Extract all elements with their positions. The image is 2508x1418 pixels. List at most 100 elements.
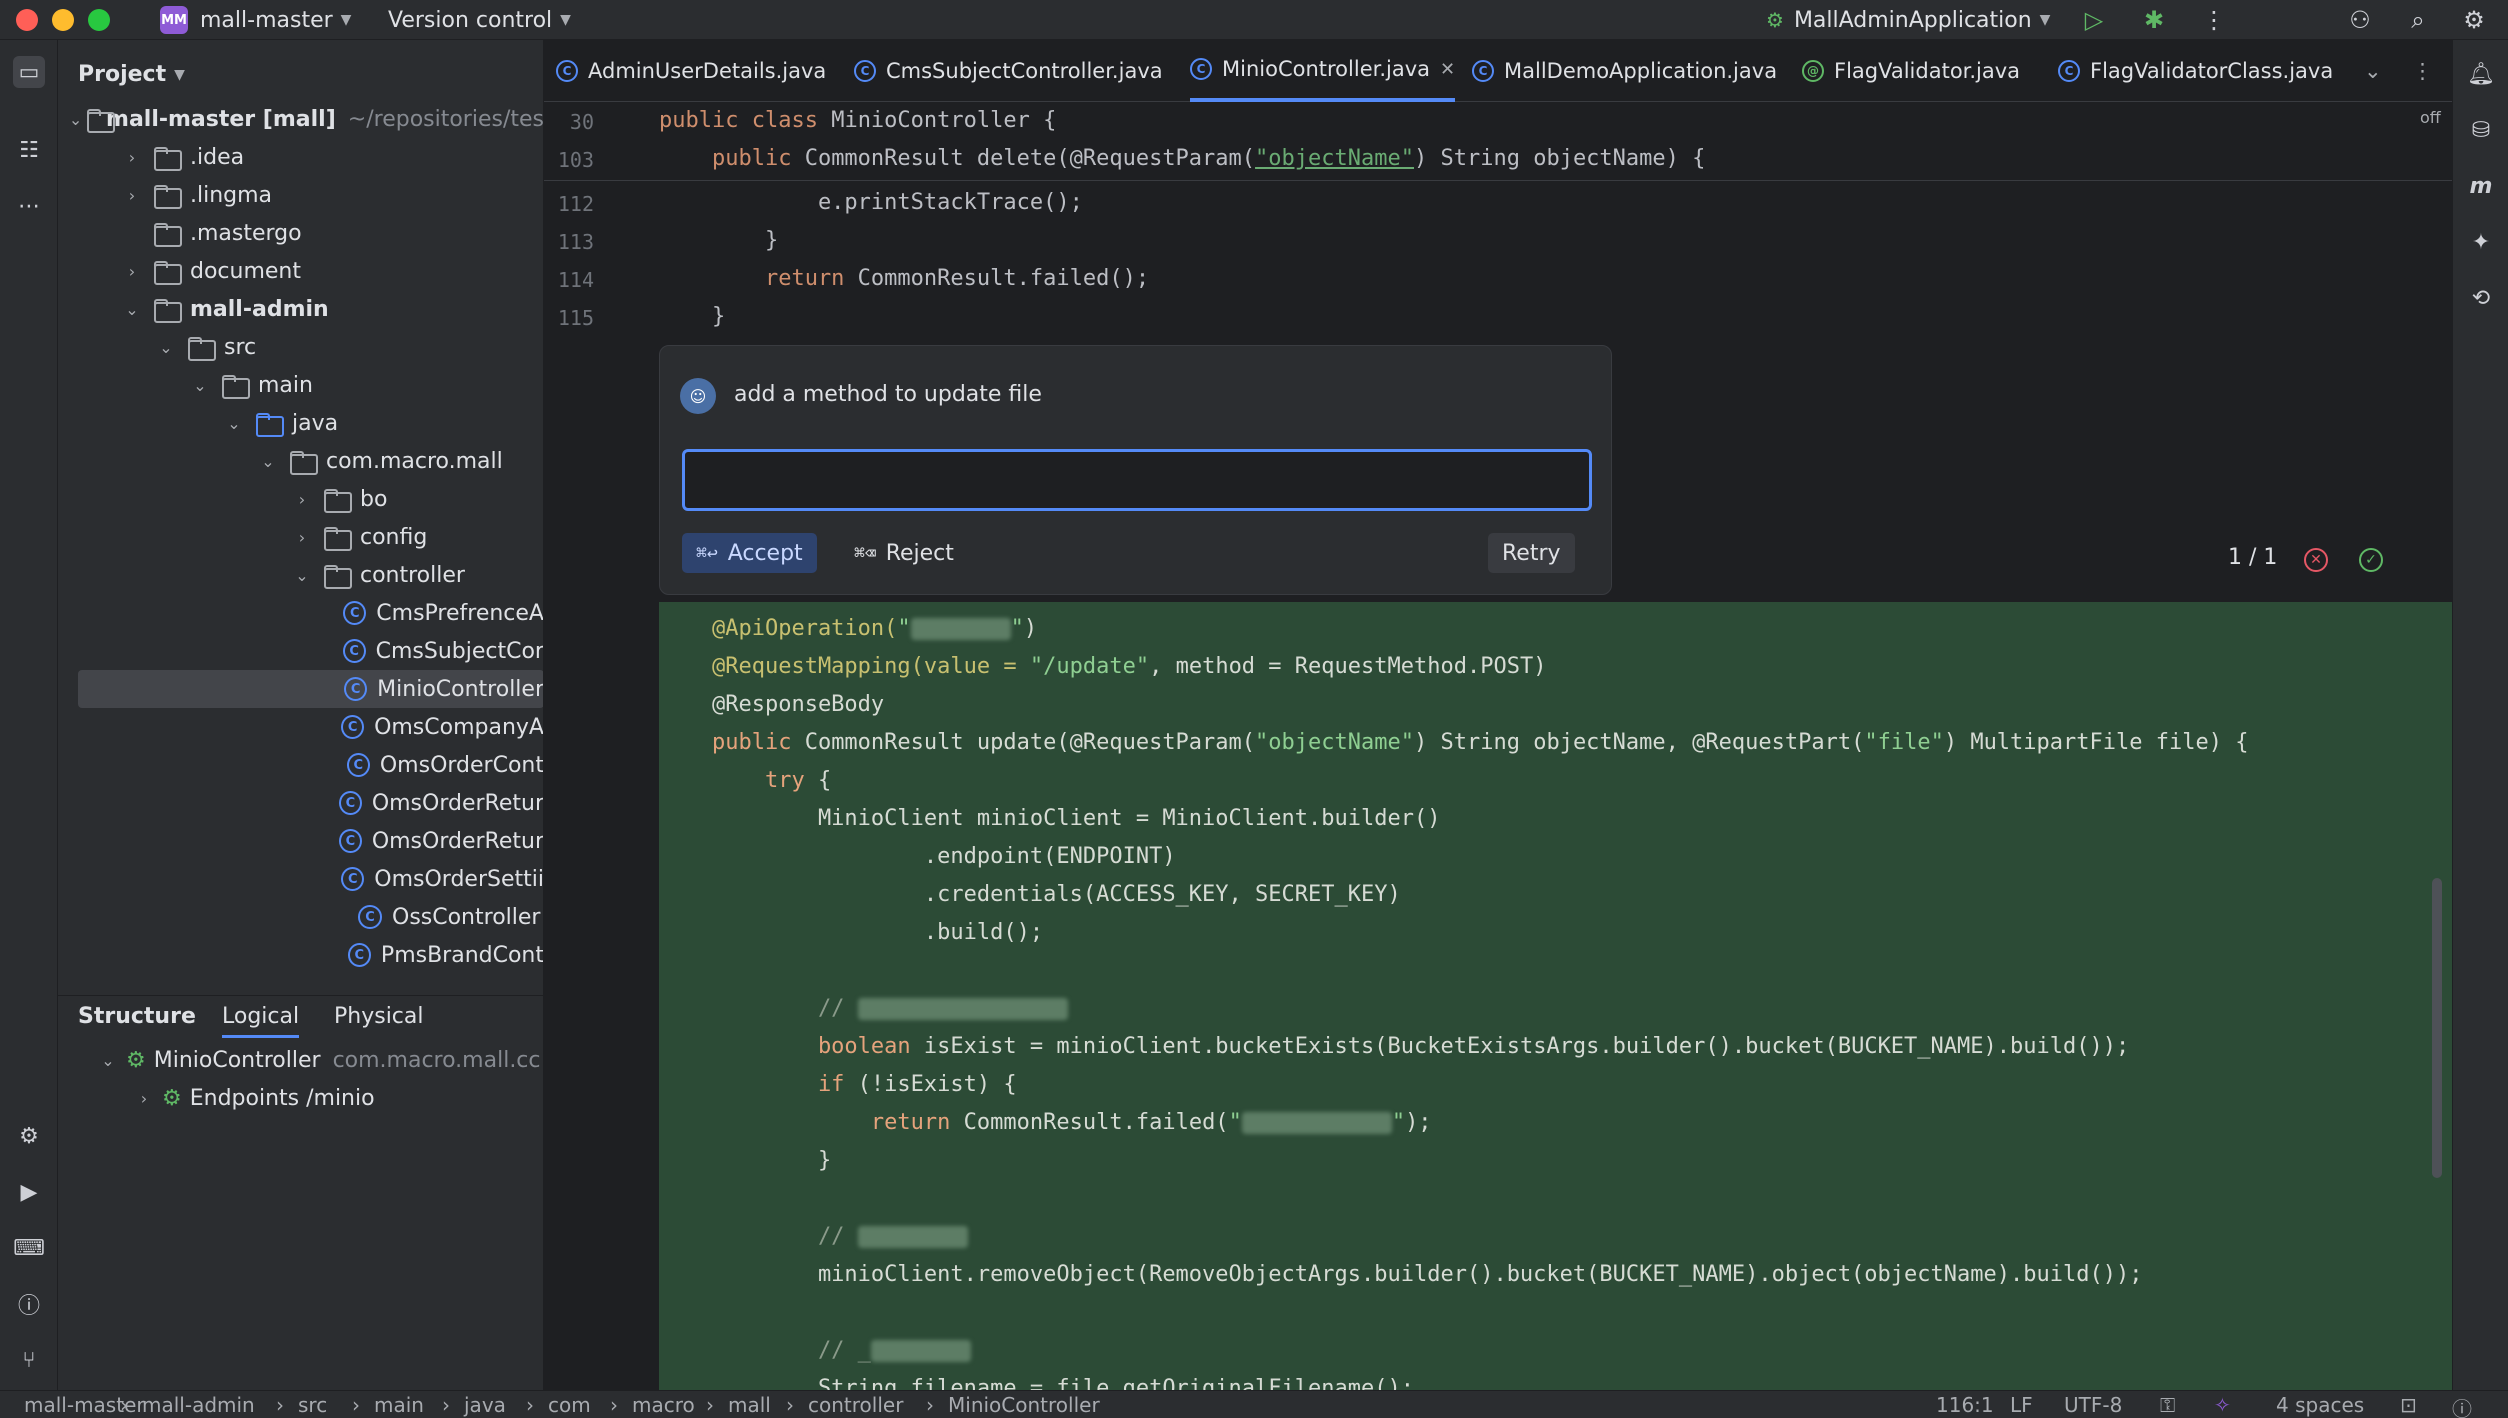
breadcrumb-item[interactable]: MinioController bbox=[948, 1393, 1100, 1417]
ai-prompt-input[interactable] bbox=[682, 449, 1592, 511]
tree-item[interactable]: ⌄ mall-master [mall] ~/repositories/tes bbox=[58, 100, 543, 138]
structure-tool-icon[interactable]: ☷ bbox=[13, 134, 45, 166]
code-line[interactable]: } bbox=[659, 228, 778, 253]
editor-scrollbar[interactable] bbox=[2432, 878, 2442, 1178]
services-icon[interactable]: ⚙ bbox=[13, 1120, 45, 1152]
tree-item[interactable]: ⌄ com.macro.mall bbox=[58, 442, 543, 480]
tree-item[interactable]: .mastergo bbox=[58, 214, 543, 252]
code-line[interactable]: if (!isExist) { bbox=[659, 1072, 1017, 1097]
ai-assistant-icon[interactable]: ✦ bbox=[2465, 226, 2497, 258]
code-line[interactable]: .endpoint(ENDPOINT) bbox=[659, 844, 1176, 869]
debug-icon[interactable]: ✱ bbox=[2138, 4, 2170, 36]
tree-item[interactable]: › document bbox=[58, 252, 543, 290]
code-line[interactable]: } bbox=[659, 304, 725, 329]
editor-tab[interactable]: C CmsSubjectController.java bbox=[854, 40, 1163, 102]
breadcrumb-item[interactable]: mall bbox=[728, 1393, 771, 1417]
editor-tab[interactable]: @ FlagValidator.java bbox=[1802, 40, 2020, 102]
minimize-window-icon[interactable] bbox=[52, 9, 74, 31]
code-line[interactable]: } bbox=[659, 1148, 831, 1173]
breadcrumb-item[interactable]: main bbox=[374, 1393, 424, 1417]
code-line[interactable]: .build(); bbox=[659, 920, 1043, 945]
settings-icon[interactable]: ⚙ bbox=[2458, 4, 2490, 36]
breadcrumb-item[interactable]: java bbox=[464, 1393, 506, 1417]
code-line[interactable]: // _ bbox=[659, 1338, 971, 1363]
code-line[interactable]: return CommonResult.failed(" "); bbox=[659, 1110, 1432, 1135]
run-icon[interactable]: ▷ bbox=[2078, 4, 2110, 36]
reject-button[interactable]: ⌘⌫ Reject bbox=[840, 533, 968, 573]
git-icon[interactable]: ⑂ bbox=[13, 1344, 45, 1376]
tree-item[interactable]: › .idea bbox=[58, 138, 543, 176]
tree-item[interactable]: C OmsOrderRetur bbox=[58, 784, 543, 822]
tree-item[interactable]: ⌄ java bbox=[58, 404, 543, 442]
editor-tab[interactable]: C FlagValidatorClass.java bbox=[2058, 40, 2333, 102]
code-line[interactable]: @ResponseBody bbox=[659, 692, 884, 717]
add-user-icon[interactable]: ⚇ bbox=[2344, 4, 2376, 36]
tree-item[interactable]: ⌄ main bbox=[58, 366, 543, 404]
tree-item[interactable]: › config bbox=[58, 518, 543, 556]
code-line[interactable]: minioClient.removeObject(RemoveObjectArg… bbox=[659, 1262, 2143, 1287]
terminal-icon[interactable]: ⌨ bbox=[13, 1232, 45, 1264]
more-tools-icon[interactable]: ⋯ bbox=[13, 190, 45, 222]
lock-icon[interactable]: ⊡ bbox=[2400, 1393, 2417, 1417]
code-line[interactable]: @ApiOperation(" ") bbox=[659, 616, 1037, 641]
tree-item[interactable]: C PmsBrandCont bbox=[58, 936, 543, 974]
code-line[interactable]: boolean isExist = minioClient.bucketExis… bbox=[659, 1034, 2129, 1059]
chevron-down-icon[interactable]: ⌄ bbox=[224, 414, 244, 433]
tab-more-icon[interactable]: ⋮ bbox=[2412, 40, 2433, 102]
tree-item[interactable]: ⌄ src bbox=[58, 328, 543, 366]
code-line[interactable]: MinioClient minioClient = MinioClient.bu… bbox=[659, 806, 1441, 831]
tree-item[interactable]: C OmsCompanyA bbox=[58, 708, 543, 746]
close-icon[interactable]: ✕ bbox=[1440, 59, 1455, 80]
chevron-down-icon[interactable]: ⌄ bbox=[122, 300, 142, 319]
breadcrumb-item[interactable]: com bbox=[548, 1393, 591, 1417]
reject-diff-icon[interactable]: ✕ bbox=[2304, 548, 2328, 572]
tree-item[interactable]: › .lingma bbox=[58, 176, 543, 214]
file-encoding[interactable]: UTF-8 bbox=[2064, 1393, 2122, 1417]
copilot-icon[interactable]: ⟲ bbox=[2465, 282, 2497, 314]
chevron-down-icon[interactable]: ⌄ bbox=[292, 566, 312, 585]
structure-item[interactable]: › ⚙ Endpoints /minio bbox=[58, 1079, 544, 1117]
chevron-right-icon[interactable]: › bbox=[122, 148, 142, 167]
chevron-down-icon[interactable]: ⌄ bbox=[258, 452, 278, 471]
tree-item[interactable]: C OmsOrderCont bbox=[58, 746, 543, 784]
chevron-right-icon[interactable]: › bbox=[292, 490, 312, 509]
code-line[interactable]: return CommonResult.failed(); bbox=[659, 266, 1149, 291]
line-separator[interactable]: LF bbox=[2010, 1393, 2033, 1417]
code-line[interactable]: @RequestMapping(value = "/update", metho… bbox=[659, 654, 1546, 679]
tree-item[interactable]: C CmsSubjectCor bbox=[58, 632, 543, 670]
ai-status-icon[interactable]: ✧ bbox=[2214, 1393, 2231, 1417]
version-control-menu[interactable]: Version control ▼ bbox=[388, 6, 571, 34]
chevron-down-icon[interactable]: ⌄ bbox=[190, 376, 210, 395]
close-window-icon[interactable] bbox=[16, 9, 38, 31]
maximize-window-icon[interactable] bbox=[88, 9, 110, 31]
run-tool-icon[interactable]: ▶ bbox=[13, 1176, 45, 1208]
tree-item[interactable]: › bo bbox=[58, 480, 543, 518]
code-line[interactable]: e.printStackTrace(); bbox=[659, 190, 1083, 215]
chevron-right-icon[interactable]: › bbox=[122, 262, 142, 281]
tree-item[interactable]: C OssController bbox=[58, 898, 543, 936]
more-actions-icon[interactable]: ⋮ bbox=[2198, 4, 2230, 36]
memory-indicator-icon[interactable]: ⓘ bbox=[2452, 1393, 2472, 1418]
chevron-down-icon[interactable]: ⌄ bbox=[156, 338, 176, 357]
retry-button[interactable]: Retry bbox=[1488, 533, 1575, 573]
search-icon[interactable]: ⌕ bbox=[2402, 4, 2434, 36]
code-line[interactable]: // bbox=[659, 1224, 968, 1249]
project-tool-icon[interactable]: ▭ bbox=[13, 56, 45, 88]
tab-physical[interactable]: Physical bbox=[334, 1004, 424, 1029]
breadcrumb-item[interactable]: mall-admin bbox=[142, 1393, 255, 1417]
tab-logical[interactable]: Logical bbox=[222, 1004, 300, 1038]
tree-item[interactable]: C CmsPrefrenceA bbox=[58, 594, 543, 632]
editor-tab[interactable]: C MallDemoApplication.java bbox=[1472, 40, 1777, 102]
chevron-right-icon[interactable]: › bbox=[292, 528, 312, 547]
problems-icon[interactable]: ⓘ bbox=[13, 1288, 45, 1320]
project-switcher[interactable]: MM mall-master ▼ bbox=[160, 6, 351, 34]
tree-item[interactable]: ⌄ controller bbox=[58, 556, 543, 594]
code-line[interactable]: try { bbox=[659, 768, 831, 793]
code-line[interactable]: public CommonResult update(@RequestParam… bbox=[659, 730, 2249, 755]
accept-button[interactable]: ⌘↩ Accept bbox=[682, 533, 817, 573]
project-panel-header[interactable]: Project ▼ bbox=[78, 62, 185, 87]
breadcrumb-item[interactable]: src bbox=[298, 1393, 327, 1417]
code-line[interactable]: public class MinioController { bbox=[659, 108, 1056, 133]
notifications-icon[interactable]: 🔔︎ bbox=[2465, 58, 2497, 90]
accept-diff-icon[interactable]: ✓ bbox=[2359, 548, 2383, 572]
